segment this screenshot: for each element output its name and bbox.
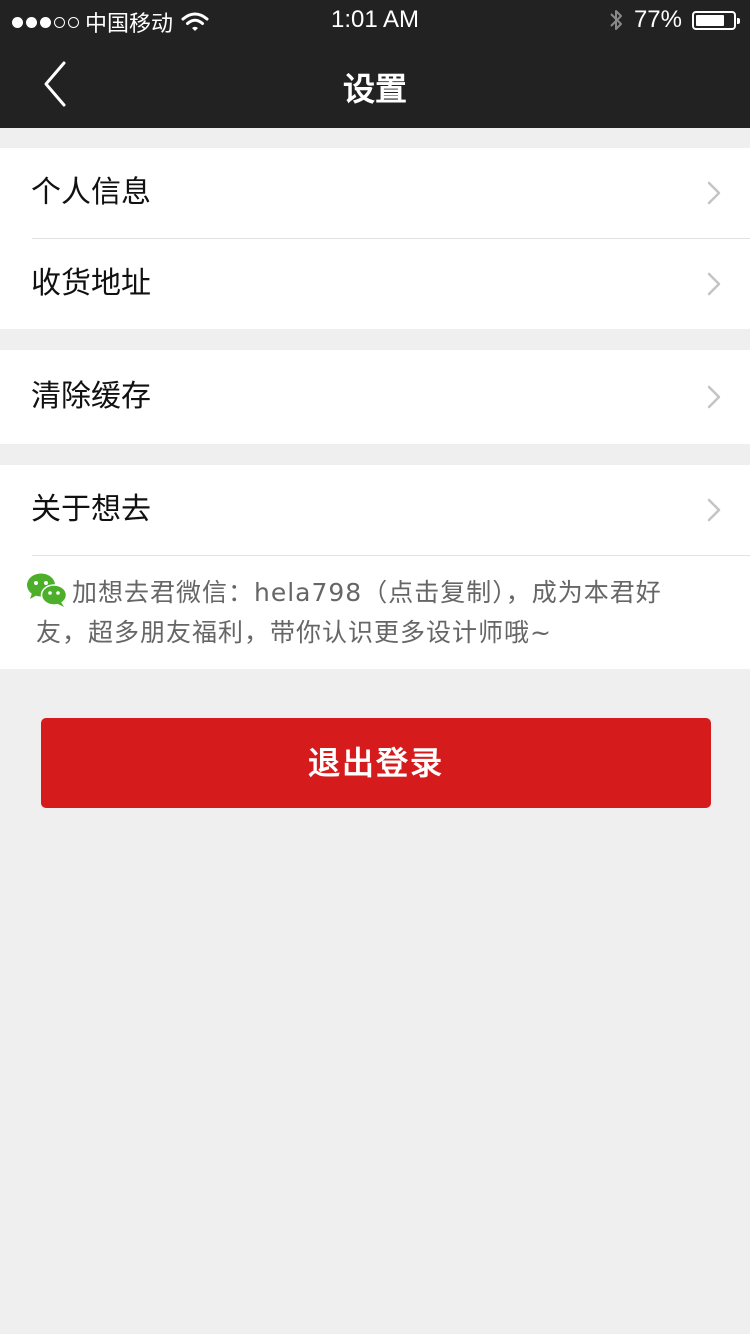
- chevron-right-icon: [707, 181, 721, 205]
- chevron-left-icon: [44, 61, 66, 107]
- bluetooth-icon: [610, 10, 622, 30]
- row-label: 清除缓存: [31, 379, 151, 414]
- battery-tip: [737, 17, 740, 24]
- wechat-icon: [27, 573, 68, 607]
- status-right: 77%: [608, 6, 740, 34]
- row-label: 收货地址: [31, 266, 151, 301]
- row-personal-info[interactable]: 个人信息: [0, 148, 750, 238]
- row-clear-cache[interactable]: 清除缓存: [0, 350, 750, 444]
- battery-icon: [692, 10, 740, 30]
- status-bar: 中国移动 1:01 AM 77%: [0, 0, 750, 40]
- back-button[interactable]: [30, 54, 90, 114]
- wechat-note-text: 加想去君微信：hela798（点击复制），成为本君好友，超多朋友福利，带你认识更…: [36, 578, 662, 647]
- chevron-right-icon: [707, 272, 721, 296]
- battery-percent: 77%: [633, 6, 682, 33]
- settings-group-cache: 清除缓存: [0, 350, 750, 444]
- battery-fill: [696, 14, 724, 26]
- settings-group-account: 个人信息 收货地址: [0, 148, 750, 329]
- settings-group-about: 关于想去 加想去君微信：hela798（点击复制），成为本君好友，超多朋友福利，…: [0, 465, 750, 669]
- logout-button[interactable]: 退出登录: [41, 718, 711, 808]
- navigation-bar: 设置: [0, 40, 750, 128]
- row-shipping-address[interactable]: 收货地址: [0, 239, 750, 329]
- wechat-copy-note[interactable]: 加想去君微信：hela798（点击复制），成为本君好友，超多朋友福利，带你认识更…: [0, 556, 750, 669]
- row-label: 个人信息: [31, 175, 151, 210]
- chevron-right-icon: [707, 385, 721, 409]
- row-about[interactable]: 关于想去: [0, 465, 750, 555]
- page-title: 设置: [342, 70, 407, 108]
- row-label: 关于想去: [31, 492, 151, 527]
- chevron-right-icon: [707, 498, 721, 522]
